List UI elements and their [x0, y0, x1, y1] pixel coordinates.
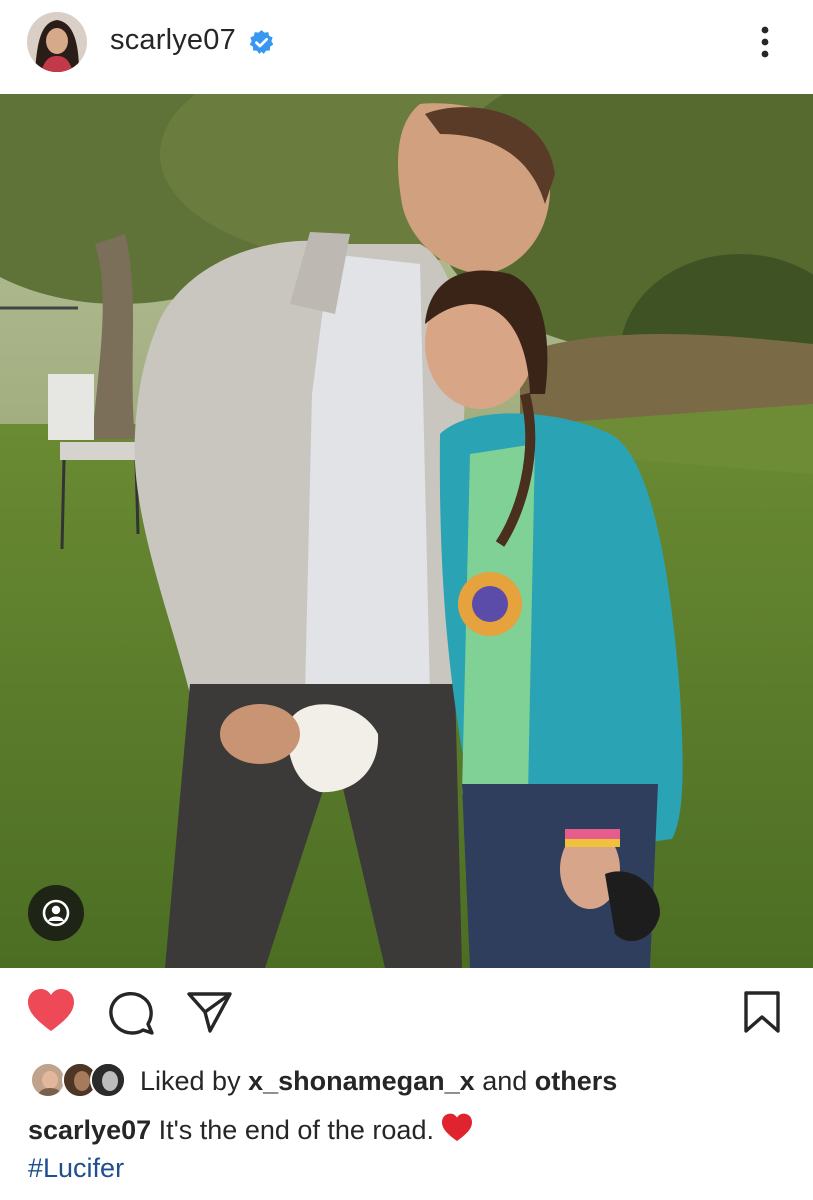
action-bar [0, 970, 813, 1050]
send-icon[interactable] [186, 990, 234, 1039]
liker-username[interactable]: x_shonamegan_x [248, 1066, 475, 1096]
likes-prefix: Liked by [140, 1066, 249, 1096]
post-image[interactable] [0, 94, 813, 968]
caption-text: It's the end of the road. [151, 1115, 434, 1145]
likes-middle: and [474, 1066, 535, 1096]
liker-avatar[interactable] [90, 1062, 126, 1098]
user-tag-icon[interactable] [28, 885, 84, 941]
profile-avatar[interactable] [27, 12, 87, 72]
post-caption: scarlye07 It's the end of the road. [28, 1113, 474, 1150]
more-vertical-icon[interactable] [750, 22, 780, 62]
caption-username[interactable]: scarlye07 [28, 1115, 151, 1145]
header-username[interactable]: scarlye07 [110, 24, 236, 57]
verified-badge-icon [249, 30, 274, 54]
likes-others-link[interactable]: others [535, 1066, 618, 1096]
likes-summary: Liked by x_shonamegan_x and others [0, 1058, 813, 1104]
comment-icon[interactable] [108, 990, 156, 1041]
hashtag-link[interactable]: #Lucifer [28, 1153, 124, 1184]
likes-text: Liked by x_shonamegan_x and others [140, 1066, 617, 1097]
post-header: scarlye07 [0, 0, 813, 92]
bookmark-icon[interactable] [742, 990, 782, 1039]
liker-avatar[interactable] [30, 1062, 66, 1098]
heart-filled-icon[interactable] [26, 988, 76, 1039]
heart-emoji [440, 1113, 474, 1150]
